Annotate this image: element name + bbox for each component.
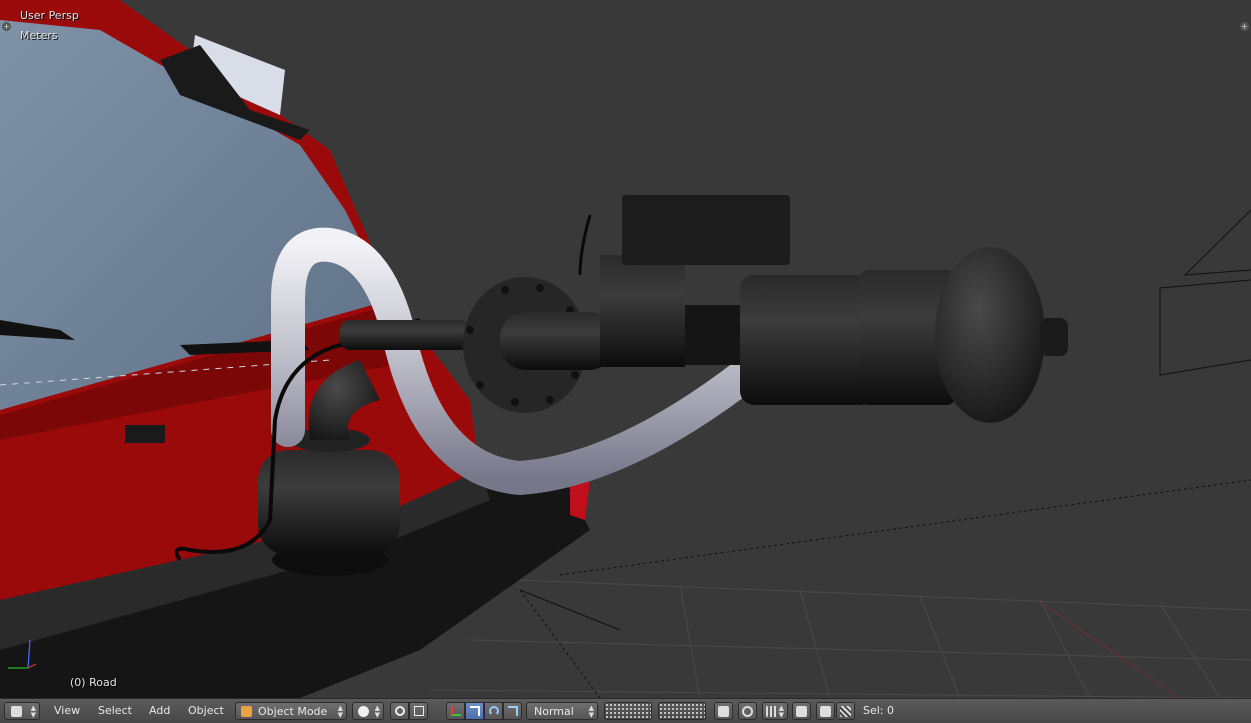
- pivot-point-icon: [395, 706, 405, 716]
- translate-manipulator-button[interactable]: [465, 702, 484, 720]
- snap-target-button[interactable]: [792, 702, 811, 720]
- viewport-corner-left-icon[interactable]: +: [2, 22, 11, 31]
- menu-view[interactable]: View: [52, 702, 82, 720]
- units-label: Meters: [20, 29, 58, 42]
- camera-wireframe: [1159, 209, 1251, 376]
- manipulate-center-icon: [414, 706, 424, 716]
- manipulator-group: [446, 702, 522, 720]
- snap-increment-icon: [766, 706, 777, 717]
- layers-block-1[interactable]: [604, 702, 652, 720]
- shading-arrows-icon: ▲ ▼: [374, 704, 380, 719]
- lock-layers-button[interactable]: [714, 702, 733, 720]
- editor-type-selector[interactable]: ▲ ▼: [4, 702, 40, 720]
- rotate-manipulator-button[interactable]: [484, 702, 503, 720]
- snap-target-icon: [796, 706, 807, 717]
- proportional-edit-icon: [742, 706, 753, 717]
- orientation-arrows-icon: ▲ ▼: [588, 704, 594, 719]
- snap-arrows-icon: ▲ ▼: [778, 704, 784, 719]
- scale-manipulator-button[interactable]: [503, 702, 522, 720]
- manipulator-axes-icon: [451, 706, 461, 716]
- mode-selector-label: Object Mode: [258, 705, 328, 718]
- translate-arrow-icon: [470, 706, 480, 716]
- pivot-group: [390, 702, 428, 720]
- blender-window: + + User Persp Meters (0) Road ▲ ▼ View S…: [0, 0, 1251, 723]
- camera-render-icon: [820, 706, 831, 717]
- menu-select[interactable]: Select: [96, 702, 134, 720]
- menu-add[interactable]: Add: [147, 702, 172, 720]
- active-object-label: (0) Road: [70, 676, 117, 689]
- rotate-arc-icon: [489, 706, 499, 716]
- solid-shading-icon: [358, 706, 369, 717]
- snap-element-selector[interactable]: ▲ ▼: [762, 702, 788, 720]
- selection-status: Sel: 0: [863, 704, 895, 717]
- pivot-point-button[interactable]: [390, 702, 409, 720]
- menu-object[interactable]: Object: [186, 702, 226, 720]
- scale-arrow-icon: [508, 706, 518, 716]
- transform-orientation-selector[interactable]: Normal ▲ ▼: [526, 702, 598, 720]
- layers-lock-icon: [718, 706, 729, 717]
- transform-orientation-label: Normal: [534, 705, 574, 718]
- object-mode-cube-icon: [241, 706, 252, 717]
- 3d-view-header: ▲ ▼ View Select Add Object Object Mode ▲ ▼…: [0, 698, 1251, 723]
- scene-render: [0, 0, 1251, 698]
- mode-selector[interactable]: Object Mode ▲ ▼: [235, 702, 347, 720]
- view-name-label: User Persp: [20, 9, 79, 22]
- layers-block-2[interactable]: [658, 702, 706, 720]
- render-opengl-button[interactable]: [816, 702, 835, 720]
- 3d-viewport[interactable]: + + User Persp Meters (0) Road: [0, 0, 1251, 698]
- render-animation-button[interactable]: [836, 702, 855, 720]
- pivot-manipulate-center-button[interactable]: [409, 702, 428, 720]
- manipulator-toggle-button[interactable]: [446, 702, 465, 720]
- viewport-shading-selector[interactable]: ▲ ▼: [352, 702, 384, 720]
- floor-grid: [429, 579, 1251, 698]
- editor-type-arrows-icon: ▲ ▼: [30, 704, 36, 719]
- clapperboard-icon: [840, 706, 851, 717]
- mode-selector-arrows-icon: ▲ ▼: [337, 704, 343, 719]
- viewport-corner-right-icon[interactable]: +: [1240, 22, 1249, 31]
- 3d-view-icon: [11, 706, 22, 717]
- proportional-edit-button[interactable]: [738, 702, 757, 720]
